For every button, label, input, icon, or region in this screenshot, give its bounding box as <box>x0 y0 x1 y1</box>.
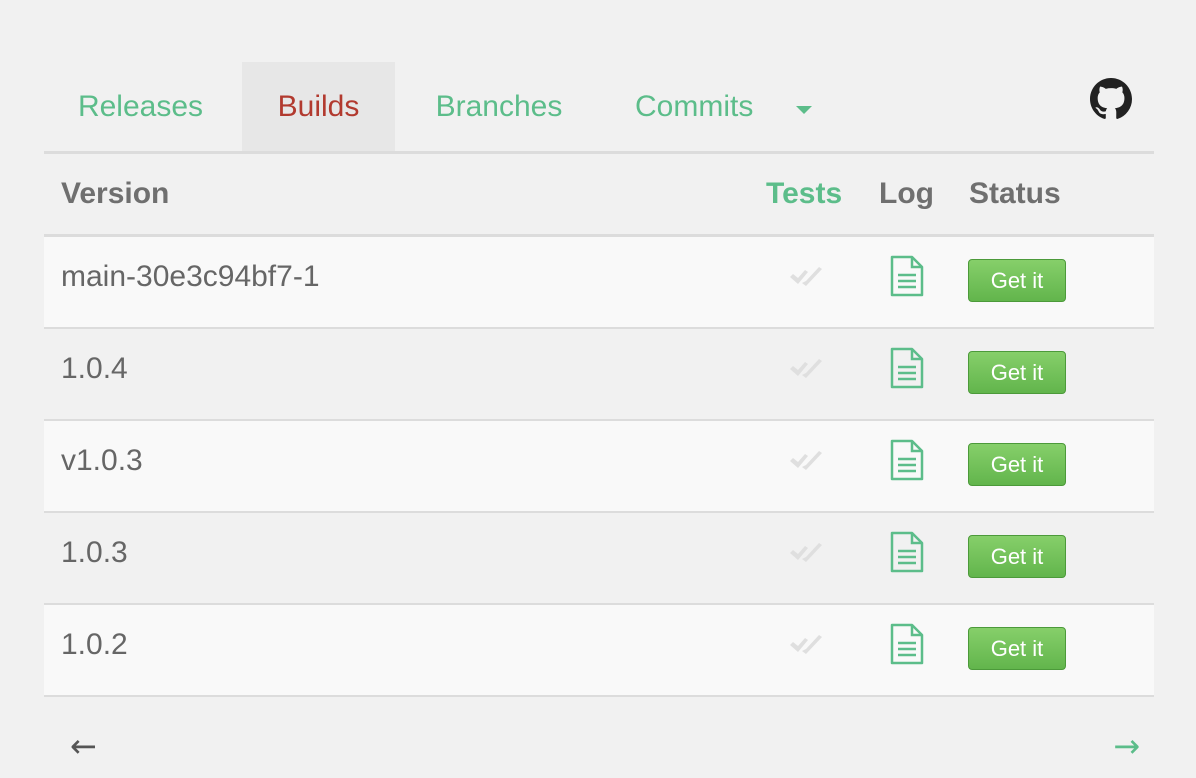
version-label: 1.0.3 <box>61 536 128 569</box>
tab-branches[interactable]: Branches <box>410 62 588 151</box>
get-it-button[interactable]: Get it <box>968 259 1066 302</box>
tab-commits[interactable]: Commits <box>616 62 816 151</box>
document-icon[interactable] <box>889 439 925 481</box>
tab-builds[interactable]: Builds <box>242 62 395 151</box>
table-header: Version Tests Log Status <box>44 154 1154 237</box>
prev-page-arrow[interactable]: ← <box>70 727 97 765</box>
table-row: 1.0.2 Get it <box>44 605 1154 697</box>
document-icon[interactable] <box>889 623 925 665</box>
get-it-button[interactable]: Get it <box>968 535 1066 578</box>
document-icon[interactable] <box>889 255 925 297</box>
version-label: v1.0.3 <box>61 444 143 477</box>
checkmark-icon <box>790 635 822 654</box>
checkmark-icon <box>790 543 822 562</box>
caret-down-icon[interactable] <box>796 106 812 114</box>
table-row: v1.0.3 Get it <box>44 421 1154 513</box>
builds-table-body: main-30e3c94bf7-1 Get it 1.0.4 Get it v1… <box>44 237 1154 697</box>
github-icon[interactable] <box>1090 78 1132 120</box>
header-status: Status <box>969 177 1061 210</box>
get-it-button[interactable]: Get it <box>968 627 1066 670</box>
document-icon[interactable] <box>889 347 925 389</box>
next-page-arrow[interactable]: → <box>1113 727 1140 765</box>
version-label: 1.0.2 <box>61 628 128 661</box>
table-row: 1.0.4 Get it <box>44 329 1154 421</box>
table-row: main-30e3c94bf7-1 Get it <box>44 237 1154 329</box>
version-label: main-30e3c94bf7-1 <box>61 260 320 293</box>
pagination: ← → <box>44 697 1154 777</box>
get-it-button[interactable]: Get it <box>968 443 1066 486</box>
checkmark-icon <box>790 451 822 470</box>
checkmark-icon <box>790 267 822 286</box>
get-it-button[interactable]: Get it <box>968 351 1066 394</box>
tab-bar: Releases Builds Branches Commits <box>44 62 1154 154</box>
table-row: 1.0.3 Get it <box>44 513 1154 605</box>
tab-releases[interactable]: Releases <box>44 62 237 151</box>
version-label: 1.0.4 <box>61 352 128 385</box>
document-icon[interactable] <box>889 531 925 573</box>
builds-panel: Releases Builds Branches Commits Version… <box>44 62 1154 777</box>
header-log: Log <box>879 177 934 210</box>
checkmark-icon <box>790 359 822 378</box>
header-tests[interactable]: Tests <box>766 154 842 234</box>
header-version: Version <box>61 177 170 210</box>
